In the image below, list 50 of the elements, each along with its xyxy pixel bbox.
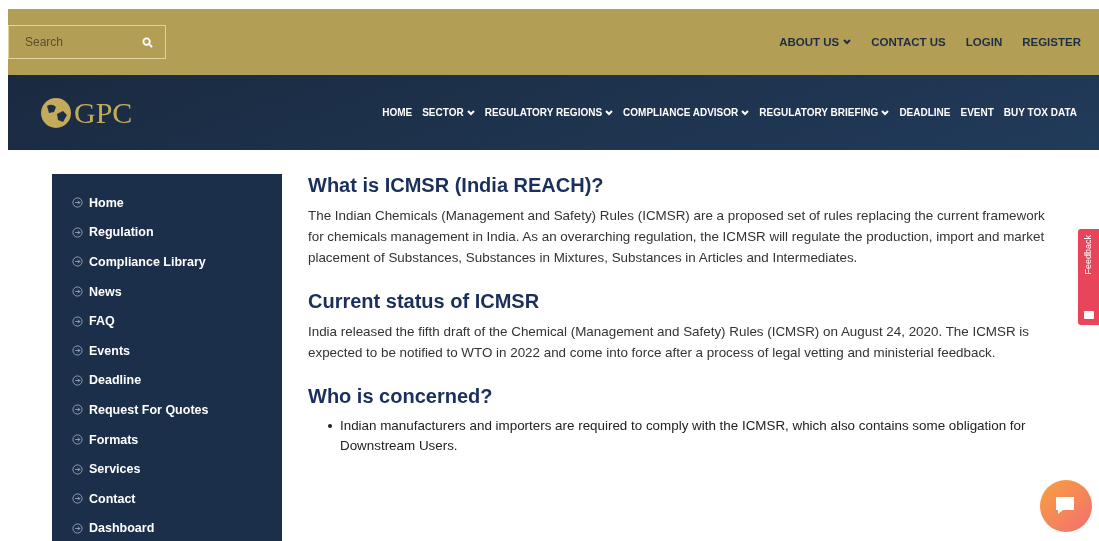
sidebar-item[interactable]: Dashboard (72, 513, 282, 541)
nav-link[interactable]: HOME (382, 107, 413, 118)
nav-link[interactable]: SECTOR (422, 107, 475, 118)
arrow-circle-icon (72, 404, 83, 416)
sidebar-item[interactable]: Compliance Library (72, 247, 282, 277)
top-link[interactable]: REGISTER (1022, 36, 1081, 48)
logo-text[interactable]: GPC (74, 95, 133, 130)
top-link[interactable]: LOGIN (965, 36, 1003, 48)
arrow-circle-icon (72, 256, 83, 268)
bullet-icon (328, 424, 332, 428)
nav-link[interactable]: BUY TOX DATA (1003, 107, 1077, 118)
arrow-circle-icon (72, 345, 83, 357)
sidebar-item[interactable]: Contact (72, 483, 282, 514)
sidebar-item[interactable]: Formats (72, 424, 282, 455)
globe-icon (40, 96, 72, 129)
nav-link[interactable]: DEADLINE (899, 107, 951, 118)
arrow-circle-icon (72, 226, 83, 238)
arrow-circle-icon (72, 493, 83, 505)
arrow-circle-icon (72, 463, 83, 475)
bullet-text: Indian manufacturers and importers are required to comply with the ICMSR, which also contains some obligation for Downstream Users. (340, 417, 1027, 455)
nav-link[interactable]: REGULATORY BRIEFING (759, 107, 890, 118)
sidebar-item[interactable]: Events (72, 335, 282, 366)
sidebar-item[interactable]: Regulation (72, 217, 282, 248)
feedback-tab[interactable]: Feedback (1078, 229, 1099, 325)
section-heading: What is ICMSR (India REACH)? (308, 174, 605, 197)
section-heading: Who is concerned? (308, 385, 494, 408)
nav-link[interactable]: REGULATORY REGIONS (484, 107, 614, 118)
chat-button[interactable] (1040, 480, 1092, 532)
nav-link[interactable]: COMPLIANCE ADVISOR (623, 107, 750, 118)
sidebar-item[interactable]: Deadline (72, 365, 282, 396)
sidebar-item[interactable]: News (72, 276, 282, 307)
search-field[interactable]: Search (8, 25, 166, 59)
sidebar-item[interactable]: Services (72, 454, 282, 484)
sidebar-item[interactable]: FAQ (72, 306, 282, 336)
arrow-circle-icon (72, 374, 83, 386)
top-link[interactable]: CONTACT US (871, 36, 946, 48)
section-heading: Current status of ICMSR (308, 290, 541, 313)
search-input[interactable]: Search (23, 34, 127, 50)
arrow-circle-icon (72, 315, 83, 327)
paragraph: The Indian Chemicals (Management and Safety) Rules (ICMSR) are a proposed set of rules replacing the current framework for chemicals management in India. As an overarching regulation, the ICMSR will regulate the production, import and market placement of Substances, Substances in Mixtures, Substances in Articles and Intermediates. (308, 207, 1046, 267)
sidebar-item[interactable]: Request For Quotes (72, 395, 282, 425)
top-link[interactable]: ABOUT US (779, 36, 852, 48)
nav-link[interactable]: EVENT (960, 107, 994, 118)
arrow-circle-icon (72, 434, 83, 446)
paragraph: India released the fifth draft of the Chemical (Management and Safety) Rules (ICMSR) on August 24, 2020. The ICMSR is expected to be notified to WTO in 2022 and come into force after a process of legal vetting and ministerial feedback. (308, 323, 1030, 362)
arrow-circle-icon (72, 197, 83, 209)
sidebar-item[interactable]: Home (72, 188, 282, 218)
search-icon[interactable] (142, 36, 153, 48)
arrow-circle-icon (72, 522, 83, 534)
arrow-circle-icon (72, 286, 83, 298)
